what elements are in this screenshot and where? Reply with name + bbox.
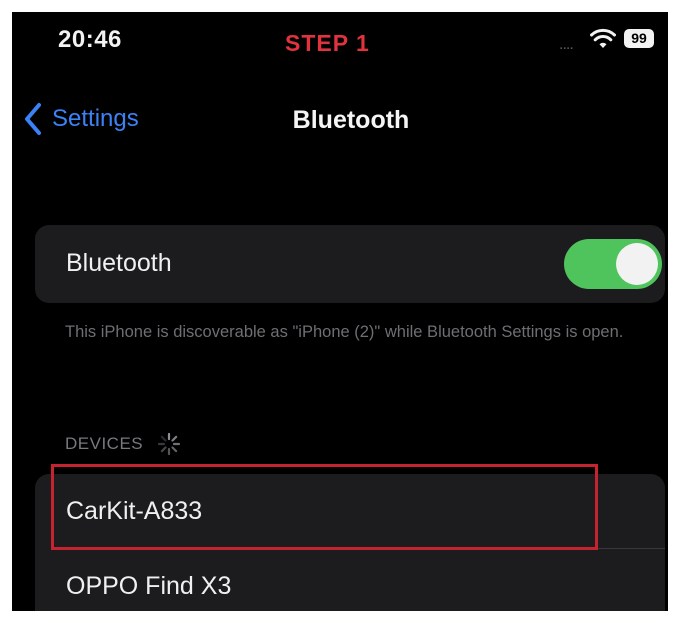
devices-section-header: DEVICES [65,432,181,456]
discoverable-footnote: This iPhone is discoverable as "iPhone (… [65,323,624,341]
status-bar: 20:46 STEP 1 .... 99 [12,12,668,76]
bluetooth-toggle[interactable] [564,239,662,289]
page-title: Bluetooth [292,106,410,134]
devices-header-label: DEVICES [65,434,144,453]
device-name: OPPO Find X3 [66,572,232,600]
cellular-signal-icon: .... [559,36,574,53]
toggle-knob [616,243,658,285]
battery-icon: 99 [624,29,654,48]
device-row-carkit[interactable]: CarKit-A833 [35,474,665,549]
loading-spinner-icon [158,432,181,456]
wifi-icon [590,28,616,48]
device-row-oppo[interactable]: OPPO Find X3 [35,549,665,611]
step-label: STEP 1 [285,30,370,56]
status-time: 20:46 [58,26,122,53]
bluetooth-toggle-row: Bluetooth [35,225,665,303]
device-name: CarKit-A833 [66,497,203,525]
phone-screen: 20:46 STEP 1 .... 99 Settings Bluetooth … [12,12,668,611]
navigation-bar: Settings Bluetooth [12,94,668,144]
bluetooth-label: Bluetooth [66,249,172,277]
devices-list: CarKit-A833 OPPO Find X3 [35,474,665,611]
